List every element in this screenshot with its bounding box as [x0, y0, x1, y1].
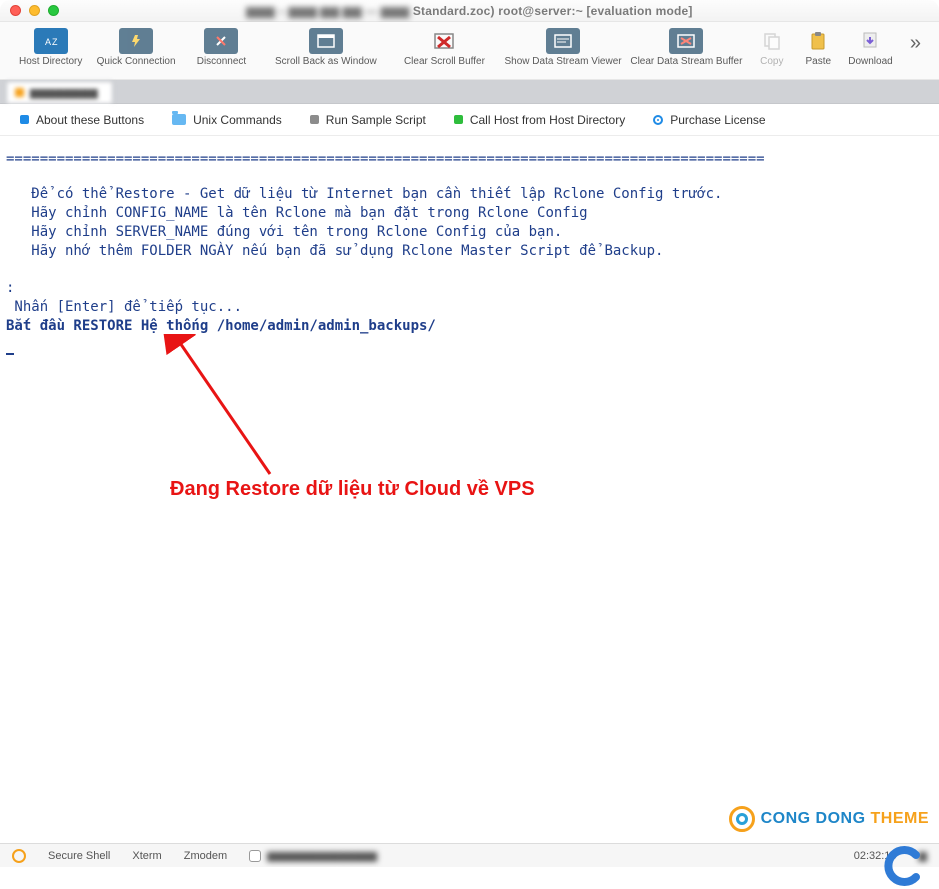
checkbox-icon: [249, 850, 261, 862]
status-xterm[interactable]: Xterm: [132, 850, 161, 862]
session-tab[interactable]: ▆▆▆▆▆▆▆▆: [6, 81, 113, 103]
download-icon: [853, 28, 887, 54]
status-checkbox[interactable]: ▆▆▆▆▆▆▆▆▆▆▆▆▆: [249, 849, 377, 862]
status-bar: Secure Shell Xterm Zmodem ▆▆▆▆▆▆▆▆▆▆▆▆▆ …: [0, 843, 939, 867]
square-icon: [20, 115, 29, 124]
disconnect-button[interactable]: Disconnect: [179, 26, 264, 67]
toolbar-overflow-button[interactable]: »: [900, 26, 931, 61]
annotation-text: Đang Restore dữ liệu từ Cloud về VPS: [170, 476, 535, 503]
status-logo: [12, 849, 26, 863]
copy-icon: [755, 28, 789, 54]
label: Run Sample Script: [326, 113, 426, 127]
label: Unix Commands: [193, 113, 282, 127]
lightning-icon: [119, 28, 153, 54]
toolbar-label: Paste: [805, 56, 831, 67]
clear-icon: [427, 28, 461, 54]
scroll-back-window-button[interactable]: Scroll Back as Window: [264, 26, 387, 67]
svg-text:A: A: [45, 37, 51, 47]
paste-button[interactable]: Paste: [796, 26, 842, 67]
label: Purchase License: [670, 113, 765, 127]
watermark-logo: CONG DONG THEME: [729, 806, 929, 832]
square-icon: [310, 115, 319, 124]
quick-connection-button[interactable]: Quick Connection: [93, 26, 178, 67]
toolbar-label: Show Data Stream Viewer: [505, 56, 622, 67]
terminal-text: Để có thể Restore - Get dữ liệu từ Inter…: [6, 185, 933, 355]
book-icon: AZ: [34, 28, 68, 54]
unix-commands-button[interactable]: Unix Commands: [172, 113, 282, 127]
show-data-stream-button[interactable]: Show Data Stream Viewer: [501, 26, 624, 67]
status-zmodem[interactable]: Zmodem: [184, 850, 227, 862]
status-secure-shell[interactable]: Secure Shell: [48, 850, 110, 862]
run-sample-script-button[interactable]: Run Sample Script: [310, 113, 426, 127]
folder-icon: [172, 114, 186, 125]
toolbar-label: Clear Data Stream Buffer: [630, 56, 742, 67]
footer-padding: [0, 867, 939, 889]
stream-icon: [546, 28, 580, 54]
clear-data-stream-button[interactable]: Clear Data Stream Buffer: [625, 26, 748, 67]
radio-icon: [653, 115, 663, 125]
ring-icon: [729, 806, 755, 832]
toolbar-label: Download: [848, 56, 892, 67]
tab-bar: ▆▆▆▆▆▆▆▆: [0, 80, 939, 104]
toolbar-label: Host Directory: [19, 56, 82, 67]
window-title: ▆▆▆ – ▆▆▆ ▆▆ ▆▆ — ▆▆▆ Standard.zoc) root…: [0, 4, 939, 18]
host-directory-button[interactable]: AZ Host Directory: [8, 26, 93, 67]
toolbar-label: Clear Scroll Buffer: [404, 56, 485, 67]
toolbar-label: Quick Connection: [97, 56, 176, 67]
label: Call Host from Host Directory: [470, 113, 625, 127]
download-button[interactable]: Download: [841, 26, 900, 67]
ring-icon: [12, 849, 26, 863]
svg-text:Z: Z: [52, 37, 58, 47]
clear-stream-icon: [669, 28, 703, 54]
annotation-arrow-icon: [160, 334, 340, 494]
brand-c-icon: [882, 845, 924, 887]
quick-button-bar: About these Buttons Unix Commands Run Sa…: [0, 104, 939, 136]
square-icon: [454, 115, 463, 124]
paste-icon: [801, 28, 835, 54]
window-icon: [309, 28, 343, 54]
toolbar-label: Copy: [760, 56, 783, 67]
label: About these Buttons: [36, 113, 144, 127]
toolbar-label: Disconnect: [197, 56, 246, 67]
separator-line: ========================================…: [6, 150, 933, 169]
window-titlebar: ▆▆▆ – ▆▆▆ ▆▆ ▆▆ — ▆▆▆ Standard.zoc) root…: [0, 0, 939, 22]
purchase-license-button[interactable]: Purchase License: [653, 113, 765, 127]
about-buttons-button[interactable]: About these Buttons: [20, 113, 144, 127]
call-host-button[interactable]: Call Host from Host Directory: [454, 113, 625, 127]
main-toolbar: AZ Host Directory Quick Connection Disco…: [0, 22, 939, 80]
toolbar-label: Scroll Back as Window: [275, 56, 377, 67]
terminal-output[interactable]: ========================================…: [0, 136, 939, 842]
clear-scroll-buffer-button[interactable]: Clear Scroll Buffer: [388, 26, 502, 67]
disconnect-icon: [204, 28, 238, 54]
copy-button: Copy: [748, 26, 795, 67]
terminal-cursor: [6, 353, 14, 355]
